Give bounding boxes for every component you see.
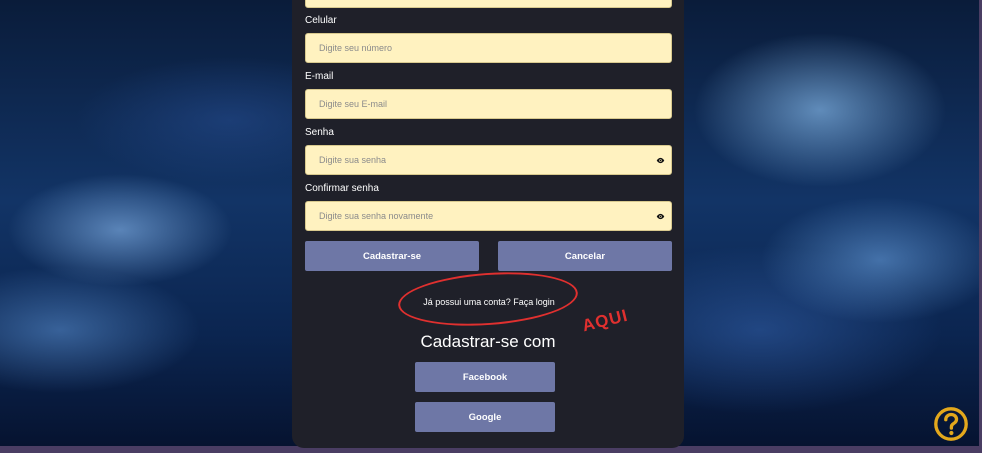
celular-label: Celular <box>305 15 337 26</box>
confirmar-senha-label: Confirmar senha <box>305 183 379 194</box>
email-label: E-mail <box>305 71 334 82</box>
email-field[interactable] <box>305 89 672 119</box>
celular-input[interactable] <box>306 34 649 62</box>
senha-input[interactable] <box>306 146 649 174</box>
senha-field[interactable] <box>305 145 672 175</box>
senha-label: Senha <box>305 127 334 138</box>
facebook-button[interactable]: Facebook <box>415 362 555 392</box>
eye-icon[interactable] <box>656 212 665 221</box>
celular-field[interactable] <box>305 33 672 63</box>
email-input[interactable] <box>306 90 649 118</box>
confirmar-senha-input[interactable] <box>306 202 649 230</box>
signup-with-heading: Cadastrar-se com <box>420 332 556 351</box>
eye-icon[interactable] <box>656 156 665 165</box>
google-button[interactable]: Google <box>415 402 555 432</box>
confirmar-senha-field[interactable] <box>305 201 672 231</box>
cancelar-button[interactable]: Cancelar <box>498 241 672 271</box>
name-input-partial[interactable] <box>305 0 672 8</box>
question-circle-icon[interactable] <box>932 405 970 443</box>
cadastrar-button[interactable]: Cadastrar-se <box>305 241 479 271</box>
